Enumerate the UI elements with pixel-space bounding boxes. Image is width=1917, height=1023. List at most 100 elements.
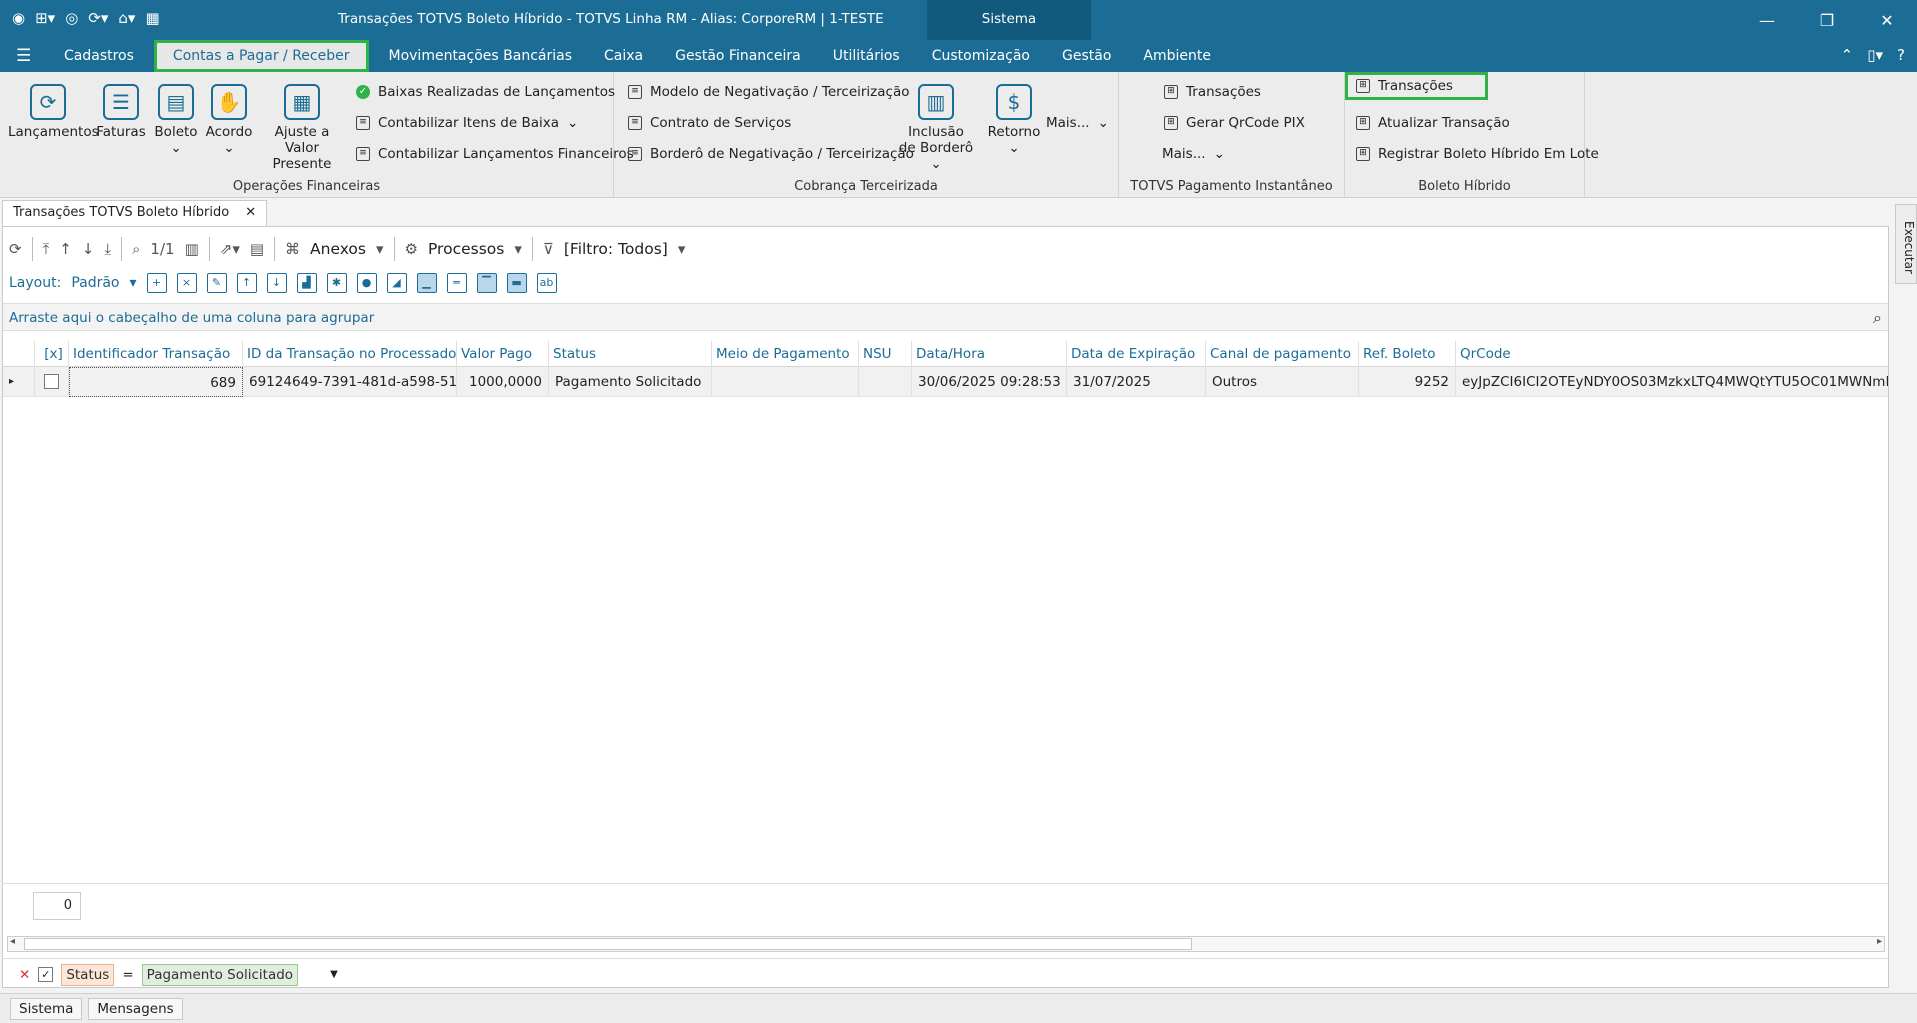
cell-ref-boleto[interactable]: 9252	[1359, 366, 1456, 397]
filter-operator[interactable]: =	[122, 967, 133, 983]
tab-close-icon[interactable]: ✕	[245, 205, 256, 222]
chart-icon[interactable]: ◢	[386, 273, 407, 293]
cell-canal-pagamento[interactable]: Outros	[1206, 366, 1359, 397]
scroll-thumb[interactable]	[24, 938, 1192, 950]
abc-icon[interactable]: ab	[536, 273, 557, 293]
col-canal-pagamento[interactable]: Canal de pagamento	[1206, 340, 1359, 367]
processos-button[interactable]: Processos	[428, 240, 504, 258]
layout-icon[interactable]: ▯▾	[1867, 46, 1883, 64]
menu-caixa[interactable]: Caixa	[588, 40, 659, 72]
help-icon[interactable]: ?	[1897, 46, 1905, 64]
restore-icon[interactable]: ❐	[1797, 0, 1857, 40]
search-icon[interactable]: ⌕	[132, 240, 140, 258]
ajuste-valor-presente-button[interactable]: ▦ Ajuste a Valor Presente	[258, 84, 346, 172]
menu-gestao-financeira[interactable]: Gestão Financeira	[659, 40, 817, 72]
row-expand-icon[interactable]: ▸	[3, 366, 35, 397]
cell-nsu[interactable]	[859, 366, 912, 397]
export-icon[interactable]: ⇗▾	[220, 240, 240, 258]
document-tab[interactable]: Transações TOTVS Boleto Híbrido ✕	[2, 200, 268, 226]
acordo-button[interactable]: ✋ Acordo ⌄	[204, 84, 254, 156]
pix-transacoes-button[interactable]: ⊞ Transações	[1164, 84, 1261, 100]
view-split-icon[interactable]: ═	[446, 273, 467, 293]
close-icon[interactable]: ✕	[1857, 0, 1917, 40]
col-identificador[interactable]: Identificador Transação	[69, 340, 243, 367]
col-data-expiracao[interactable]: Data de Expiração	[1067, 340, 1206, 367]
refresh-icon[interactable]: ⟳▾	[88, 9, 108, 27]
delete-icon[interactable]: ×	[176, 273, 197, 293]
filtro-button[interactable]: [Filtro: Todos]	[564, 240, 668, 258]
col-valor-pago[interactable]: Valor Pago	[457, 340, 549, 367]
colors-icon[interactable]: ●	[356, 273, 377, 293]
col-select-all[interactable]: [x]	[35, 340, 69, 367]
scroll-left-icon[interactable]: ◂	[10, 936, 15, 947]
inclusao-bordero-button[interactable]: ▥ Inclusão de Borderô ⌄	[896, 84, 976, 172]
menu-ambiente[interactable]: Ambiente	[1127, 40, 1227, 72]
structure-icon[interactable]: ⊞▾	[35, 9, 55, 27]
pix-mais-button[interactable]: Mais... ⌄	[1162, 146, 1225, 162]
horizontal-scrollbar[interactable]: ◂ ▸	[7, 936, 1885, 952]
faturas-button[interactable]: ☰ Faturas	[96, 84, 146, 140]
search-icon[interactable]: ⌕	[1873, 304, 1882, 332]
bordero-negativacao-button[interactable]: ≡ Borderô de Negativação / Terceirização	[628, 146, 914, 162]
calculator-icon[interactable]: ▦	[145, 9, 159, 27]
menu-utilitarios[interactable]: Utilitários	[817, 40, 916, 72]
retorno-button[interactable]: $ Retorno ⌄	[984, 84, 1044, 156]
contrato-servicos-button[interactable]: ≡ Contrato de Serviços	[628, 115, 791, 131]
sistema-tab-button[interactable]: Sistema	[10, 997, 83, 1020]
col-data-hora[interactable]: Data/Hora	[912, 340, 1067, 367]
collapse-ribbon-icon[interactable]: ⌃	[1841, 46, 1854, 64]
first-record-icon[interactable]: ⤒	[43, 240, 50, 258]
download-icon[interactable]: ↓	[266, 273, 287, 293]
cell-meio-pagamento[interactable]	[712, 366, 859, 397]
cell-qrcode[interactable]: eyJpZCI6ICI2OTEyNDY0OS03MzkxLTQ4MWQtYTU5…	[1456, 367, 1888, 397]
menu-contas-pagar-receber[interactable]: Contas a Pagar / Receber	[153, 40, 369, 72]
lancamentos-button[interactable]: ⟳ Lançamentos	[8, 84, 99, 140]
edit-icon[interactable]: ✎	[206, 273, 227, 293]
scroll-right-icon[interactable]: ▸	[1877, 936, 1882, 947]
group-by-area[interactable]: Arraste aqui o cabeçalho de uma coluna p…	[3, 303, 1888, 331]
hibrido-transacoes-button[interactable]: ⊞ Transações	[1345, 72, 1488, 100]
col-meio-pagamento[interactable]: Meio de Pagamento	[712, 340, 859, 367]
last-record-icon[interactable]: ⤓	[104, 240, 111, 258]
cell-identificador[interactable]: 689	[69, 366, 243, 397]
menu-list-icon[interactable]: ☰	[16, 46, 31, 66]
table-row[interactable]: ▸ 689 69124649-7391-481d-a598-51... 1000…	[3, 366, 1888, 397]
paint-icon[interactable]: ▟	[296, 273, 317, 293]
cobranca-mais-button[interactable]: Mais... ⌄	[1046, 115, 1109, 131]
upload-icon[interactable]: ↑	[236, 273, 257, 293]
layout-select[interactable]: Padrão	[71, 275, 119, 291]
menu-gestao[interactable]: Gestão	[1046, 40, 1127, 72]
view-top-icon[interactable]: ▔	[476, 273, 497, 293]
report-icon[interactable]: ▤	[250, 240, 264, 258]
clear-filter-icon[interactable]: ✕	[19, 967, 30, 983]
filter-value[interactable]: Pagamento Solicitado	[141, 963, 299, 986]
registrar-boleto-lote-button[interactable]: ⊞ Registrar Boleto Híbrido Em Lote	[1356, 146, 1599, 162]
previous-record-icon[interactable]: ↑	[59, 240, 72, 258]
filter-field[interactable]: Status	[61, 963, 115, 986]
col-id-processador[interactable]: ID da Transação no Processador	[243, 340, 457, 367]
contabilizar-lancamentos-button[interactable]: ≡ Contabilizar Lançamentos Financeiros	[356, 146, 634, 162]
menu-cadastros[interactable]: Cadastros	[48, 40, 150, 72]
anexos-button[interactable]: Anexos	[310, 240, 366, 258]
baixas-realizadas-button[interactable]: ✓ Baixas Realizadas de Lançamentos	[356, 84, 615, 100]
view-full-icon[interactable]: ▬	[506, 273, 527, 293]
next-record-icon[interactable]: ↓	[82, 240, 95, 258]
modelo-negativacao-button[interactable]: ≡ Modelo de Negativação / Terceirização	[628, 84, 910, 100]
cell-id-processador[interactable]: 69124649-7391-481d-a598-51...	[243, 366, 457, 397]
cell-status[interactable]: Pagamento Solicitado	[549, 366, 712, 397]
add-icon[interactable]: +	[146, 273, 167, 293]
columns-icon[interactable]: ▥	[185, 240, 199, 258]
cell-data-expiracao[interactable]: 31/07/2025	[1067, 366, 1206, 397]
contabilizar-itens-baixa-button[interactable]: ≡ Contabilizar Itens de Baixa ⌄	[356, 115, 578, 131]
view-bottom-icon[interactable]: ▁	[416, 273, 437, 293]
menu-customizacao[interactable]: Customização	[916, 40, 1046, 72]
col-ref-boleto[interactable]: Ref. Boleto	[1359, 340, 1456, 367]
app-logo-icon[interactable]: ◉	[12, 9, 25, 27]
refresh-icon[interactable]: ⟳	[9, 240, 22, 258]
col-status[interactable]: Status	[549, 340, 712, 367]
col-nsu[interactable]: NSU	[859, 340, 912, 367]
cell-data-hora[interactable]: 30/06/2025 09:28:53	[912, 366, 1067, 397]
pin-icon[interactable]: ✱	[326, 273, 347, 293]
atualizar-transacao-button[interactable]: ⊞ Atualizar Transação	[1356, 115, 1510, 131]
home-icon[interactable]: ⌂▾	[118, 9, 135, 27]
